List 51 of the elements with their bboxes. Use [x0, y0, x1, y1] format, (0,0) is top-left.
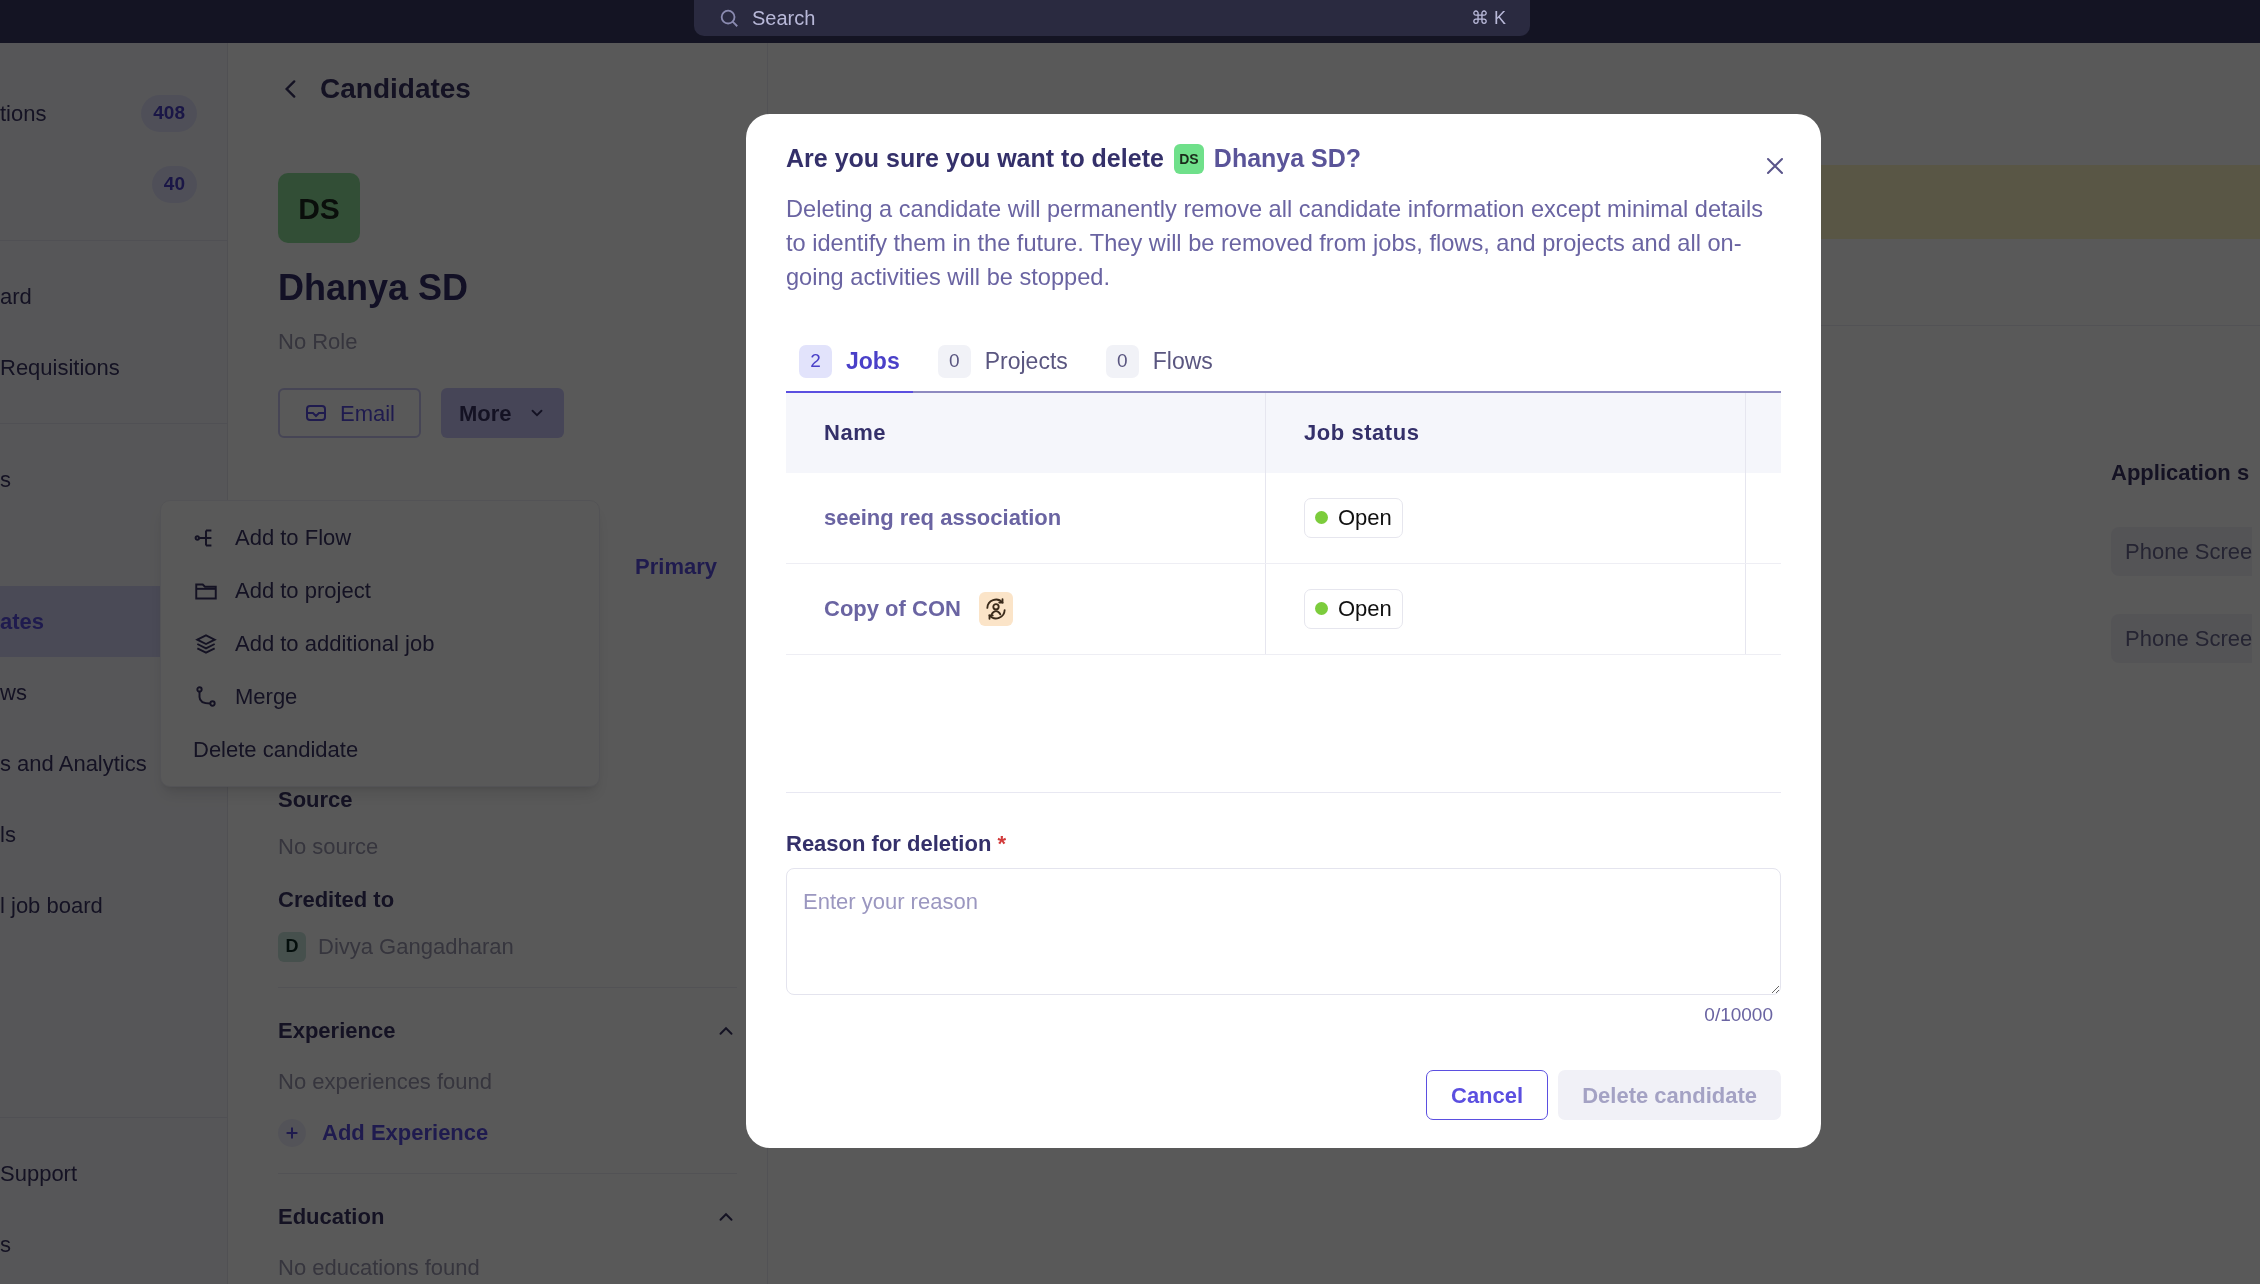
dialog-title: Are you sure you want to delete — [786, 143, 1164, 175]
search-field[interactable]: Search ⌘ K — [694, 0, 1530, 36]
count-badge: 0 — [937, 344, 971, 378]
section-title: Experience — [278, 1017, 396, 1045]
count-badge: 408 — [141, 95, 197, 132]
reason-field[interactable]: Enter your reason — [786, 867, 1781, 995]
candidate-name: Dhanya SD? — [1213, 143, 1362, 175]
sidebar-item[interactable]: tions 408 — [0, 78, 227, 149]
tab[interactable]: 2 Jobs — [786, 344, 913, 393]
cancel-button[interactable]: Cancel — [1426, 1070, 1549, 1120]
section-heading: Application s — [2111, 459, 2250, 487]
tab[interactable]: 0 Projects — [924, 344, 1081, 393]
count-badge: 0 — [1105, 344, 1139, 378]
menu-item[interactable]: Add to additional job — [161, 617, 599, 670]
status-badge: Open — [1304, 588, 1403, 629]
tab[interactable]: 0 Flows — [1092, 344, 1226, 393]
section-title: Education — [278, 1203, 385, 1231]
candidate-avatar: DS — [1173, 144, 1204, 174]
page-title: Candidates — [320, 72, 471, 106]
sidebar-item[interactable]: Requisitions — [0, 332, 227, 403]
branch-icon — [193, 683, 219, 710]
candidate-name: Dhanya SD — [278, 266, 470, 310]
field-label: Source — [278, 786, 354, 814]
sidebar-item[interactable]: 40 — [0, 149, 227, 220]
shortcut-hint: ⌘ K — [1471, 6, 1506, 30]
column-header: Name — [786, 392, 1266, 473]
candidate-avatar: DS — [278, 173, 360, 243]
sidebar-item[interactable]: l job board — [0, 870, 227, 941]
character-counter: 0/10000 — [1704, 1002, 1773, 1027]
count-badge: 2 — [799, 344, 832, 378]
field-label: Reason for deletion * — [786, 829, 1008, 858]
search-icon — [718, 7, 740, 29]
plus-icon — [278, 1118, 306, 1147]
email-button[interactable]: Email — [278, 388, 421, 438]
dialog-description: Deleting a candidate will permanently remove all candidate information except minimal details to identify them in the future. They will be removed from jobs, flows, and projects and all on-going activities will be stopped. — [786, 195, 1765, 292]
sidebar-item[interactable]: s — [0, 1209, 227, 1280]
status-badge: Open — [1304, 497, 1403, 538]
column-header: Job status — [1266, 392, 1746, 473]
sidebar-item[interactable]: ls — [0, 799, 227, 870]
menu-item[interactable]: Merge — [161, 670, 599, 723]
menu-item[interactable]: Delete candidate — [161, 723, 599, 776]
menu-item[interactable]: Add to project — [161, 564, 599, 617]
sidebar-item[interactable]: ard — [0, 261, 227, 332]
sidebar-item[interactable]: Support — [0, 1138, 227, 1209]
job-name-link[interactable]: seeing req association — [824, 501, 1062, 534]
field-label: Credited to — [278, 886, 396, 914]
count-badge: 40 — [151, 166, 197, 203]
add-experience-button[interactable]: Add Experience — [278, 1116, 489, 1149]
primary-tag: Primary — [635, 550, 717, 583]
job-name-link[interactable]: Copy of CON — [824, 592, 961, 625]
user-avatar: D — [278, 931, 306, 962]
